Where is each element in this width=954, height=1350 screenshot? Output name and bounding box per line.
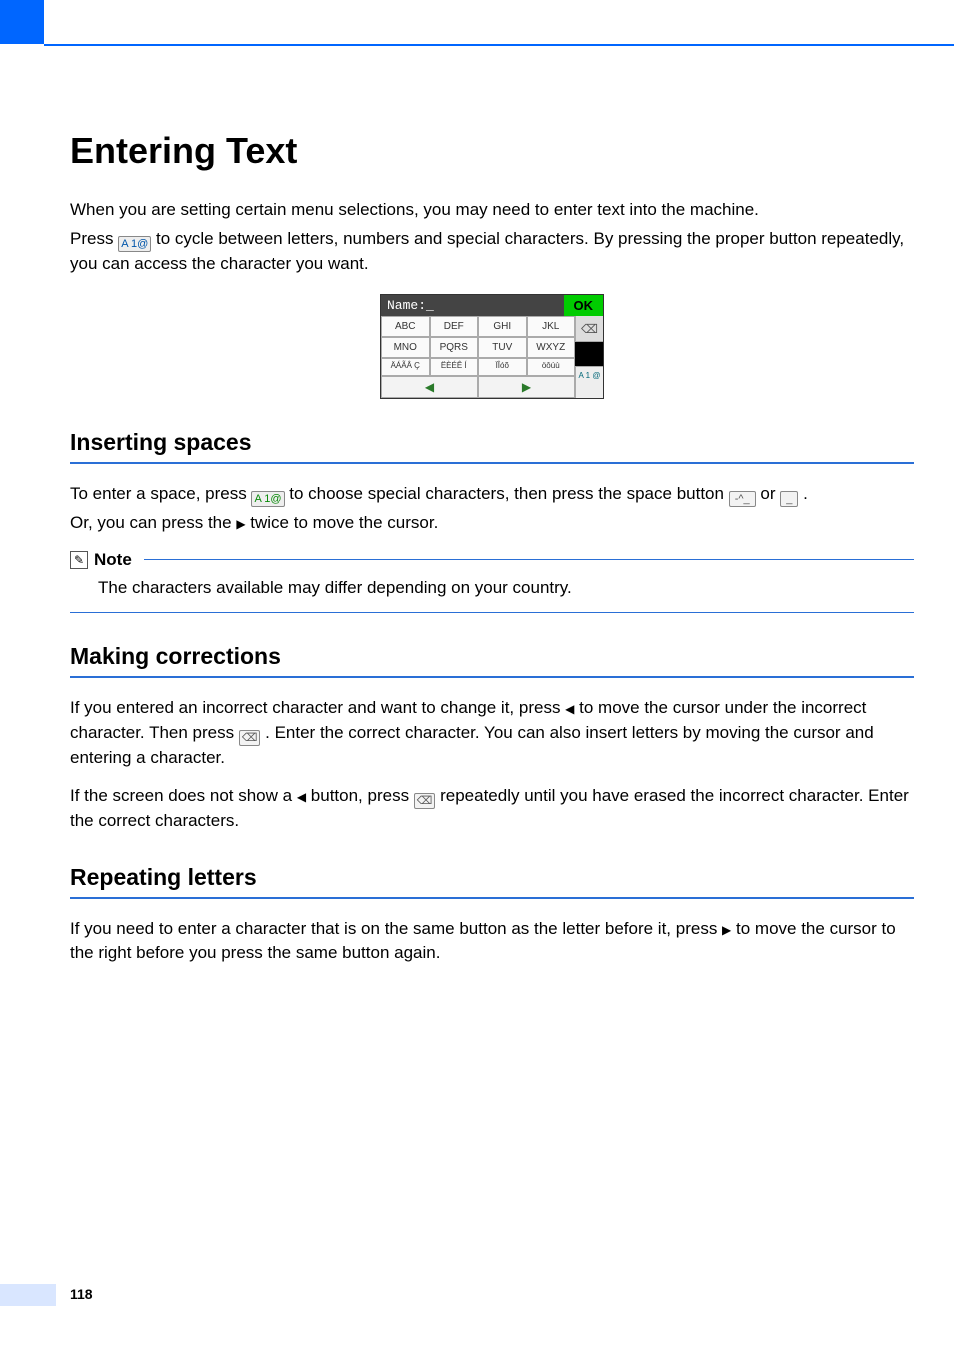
footer-accent-bar: [0, 1284, 56, 1306]
keypad-ok-button: OK: [564, 295, 604, 316]
keypad-side-fill: [575, 342, 603, 366]
mode-key-icon: A 1@: [118, 236, 151, 252]
corrections-p2: If the screen does not show a button, pr…: [70, 784, 914, 834]
page-content: Entering Text When you are setting certa…: [70, 130, 914, 970]
keypad-key: GHI: [478, 316, 527, 337]
note-header: ✎ Note: [70, 550, 914, 570]
making-corrections-heading: Making corrections: [70, 643, 914, 670]
page-number: 118: [70, 1286, 93, 1302]
keypad-nav-left: ◀: [381, 376, 478, 398]
text: If the screen does not show a: [70, 786, 297, 805]
left-arrow-icon: [297, 786, 306, 805]
keypad-key: ABC: [381, 316, 430, 337]
keypad-row-1: ABC DEF GHI JKL: [381, 316, 575, 337]
keypad-nav-right: ▶: [478, 376, 575, 398]
header-blue-tab: [0, 0, 44, 44]
repeating-letters-heading: Repeating letters: [70, 864, 914, 891]
keypad-backspace: ⌫: [575, 316, 603, 342]
intro-line2: Press A 1@ to cycle between letters, num…: [70, 227, 914, 277]
text: To enter a space, press: [70, 484, 251, 503]
note-text: The characters available may differ depe…: [98, 578, 914, 598]
note-icon: ✎: [70, 551, 88, 569]
note-label: Note: [94, 550, 132, 570]
intro-line1: When you are setting certain menu select…: [70, 198, 914, 223]
space-button-1-icon: -^_: [729, 491, 756, 507]
keypad-key: DEF: [430, 316, 479, 337]
text: If you entered an incorrect character an…: [70, 698, 565, 717]
text: Or, you can press the: [70, 513, 236, 532]
keypad-name-field: Name:_: [381, 295, 564, 316]
heading-rule: [70, 897, 914, 899]
keypad-row-accents: ÄÁÃÂ Ç ËÈÉÊ Í ÏÎóõ öôúù: [381, 358, 575, 376]
keypad-key: öôúù: [527, 358, 576, 376]
intro-line2a: Press: [70, 229, 118, 248]
keypad-key: JKL: [527, 316, 576, 337]
keypad-key: PQRS: [430, 337, 479, 358]
text: If you need to enter a character that is…: [70, 919, 722, 938]
note-rule: [144, 559, 914, 560]
corrections-p1: If you entered an incorrect character an…: [70, 696, 914, 770]
keypad-row-2: MNO PQRS TUV WXYZ: [381, 337, 575, 358]
keypad-grid: ABC DEF GHI JKL MNO PQRS TUV WXYZ ÄÁÃÂ Ç…: [381, 316, 575, 398]
space-button-2-icon: _: [780, 491, 798, 507]
intro-line2b: to cycle between letters, numbers and sp…: [70, 229, 904, 273]
intro-paragraph: When you are setting certain menu select…: [70, 198, 914, 276]
keypad: Name:_ OK ABC DEF GHI JKL MNO PQRS TUV W: [380, 294, 604, 399]
keypad-body: ABC DEF GHI JKL MNO PQRS TUV WXYZ ÄÁÃÂ Ç…: [381, 316, 603, 398]
keypad-nav-row: ◀ ▶: [381, 376, 575, 398]
text: to choose special characters, then press…: [289, 484, 728, 503]
right-arrow-icon: [722, 919, 731, 938]
heading-rule: [70, 462, 914, 464]
keypad-header: Name:_ OK: [381, 295, 603, 316]
backspace-icon: ⌫: [239, 730, 261, 746]
text: or: [760, 484, 780, 503]
inserting-spaces-heading: Inserting spaces: [70, 429, 914, 456]
inserting-p1: To enter a space, press A 1@ to choose s…: [70, 482, 914, 507]
keypad-key: MNO: [381, 337, 430, 358]
text: twice to move the cursor.: [250, 513, 438, 532]
repeating-p1: If you need to enter a character that is…: [70, 917, 914, 966]
keypad-mode-indicator: A 1 @: [575, 366, 603, 398]
text: .: [803, 484, 808, 503]
page-title: Entering Text: [70, 130, 914, 172]
keypad-side: ⌫ A 1 @: [575, 316, 603, 398]
inserting-p2: Or, you can press the twice to move the …: [70, 511, 914, 536]
keypad-key: ËÈÉÊ Í: [430, 358, 479, 376]
keypad-key: ÄÁÃÂ Ç: [381, 358, 430, 376]
keypad-key: WXYZ: [527, 337, 576, 358]
heading-rule: [70, 676, 914, 678]
mode-key-icon: A 1@: [251, 491, 284, 507]
keypad-key: TUV: [478, 337, 527, 358]
header-top-rule: [44, 44, 954, 46]
text: button, press: [311, 786, 414, 805]
left-arrow-icon: [565, 698, 574, 717]
backspace-icon: ⌫: [414, 793, 436, 809]
note-bottom-rule: [70, 612, 914, 613]
keypad-key: ÏÎóõ: [478, 358, 527, 376]
right-arrow-icon: [236, 513, 245, 532]
keypad-figure: Name:_ OK ABC DEF GHI JKL MNO PQRS TUV W: [70, 294, 914, 399]
